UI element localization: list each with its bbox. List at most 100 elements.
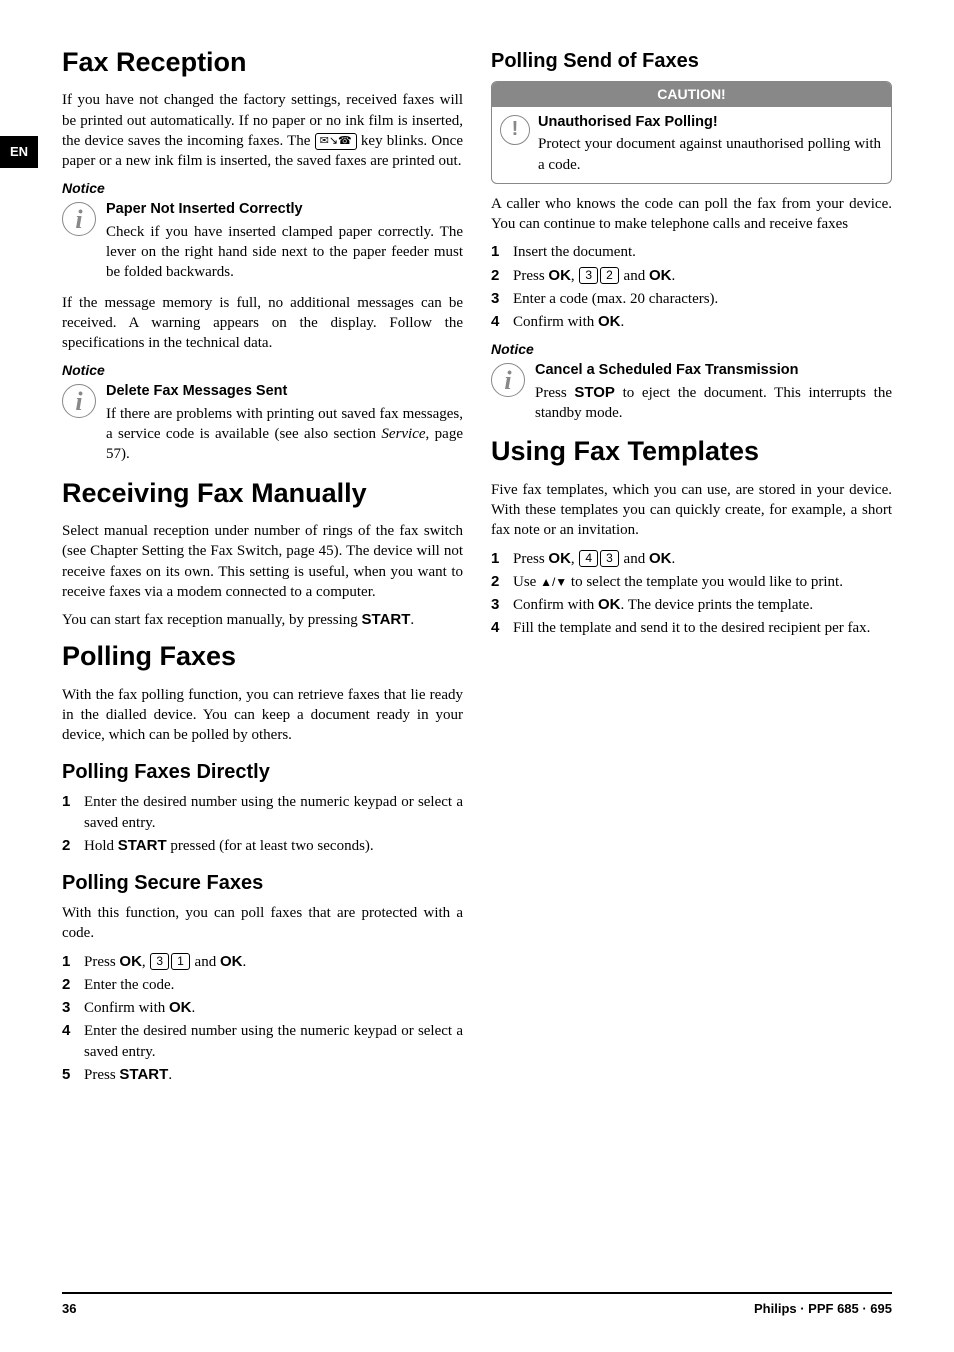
text: . <box>242 954 246 970</box>
notice-label: Notice <box>491 340 892 359</box>
model-label: Philips · PPF 685 · 695 <box>754 1300 892 1318</box>
text: . <box>671 268 675 284</box>
ok-key: OK <box>649 267 672 284</box>
heading-receiving-manually: Receiving Fax Manually <box>62 475 463 511</box>
caution-box: CAUTION! ! Unauthorised Fax Polling! Pro… <box>491 81 892 184</box>
notice-text: If there are problems with printing out … <box>106 404 463 465</box>
text: . <box>168 1067 172 1083</box>
page-footer: 36 Philips · PPF 685 · 695 <box>62 1292 892 1318</box>
steps-poll-send: 1Insert the document. 2Press OK, 32 and … <box>491 242 892 332</box>
ok-key: OK <box>119 953 142 970</box>
info-icon: i <box>62 384 96 418</box>
text: Press <box>513 268 548 284</box>
step: 1Enter the desired number using the nume… <box>62 792 463 833</box>
steps-polling-secure: 1Press OK, 31 and OK. 2Enter the code. 3… <box>62 952 463 1086</box>
step-text: Enter the desired number using the numer… <box>84 1021 463 1062</box>
page-content: Fax Reception If you have not changed th… <box>0 0 954 1153</box>
text: , <box>571 551 579 567</box>
step-text: Press OK, 43 and OK. <box>513 549 892 569</box>
heading-polling-faxes: Polling Faxes <box>62 638 463 674</box>
text: . <box>192 1000 196 1016</box>
step-text: Enter a code (max. 20 characters). <box>513 289 892 309</box>
mail-key-icon: ✉↘☎ <box>315 133 357 150</box>
text: and <box>620 551 649 567</box>
para-poll-send: A caller who knows the code can poll the… <box>491 194 892 235</box>
text: , <box>142 954 150 970</box>
ok-key: OK <box>548 267 571 284</box>
step: 1Insert the document. <box>491 242 892 262</box>
step-text: Confirm with OK. The device prints the t… <box>513 595 892 615</box>
right-column: Polling Send of Faxes CAUTION! ! Unautho… <box>491 38 892 1093</box>
heading-polling-secure: Polling Secure Faxes <box>62 870 463 897</box>
ok-key: OK <box>220 953 243 970</box>
step: 2Use ▲/▼ to select the template you woul… <box>491 572 892 592</box>
step: 1Press OK, 31 and OK. <box>62 952 463 972</box>
page-number: 36 <box>62 1300 76 1318</box>
step-text: Press START. <box>84 1065 463 1085</box>
steps-polling-direct: 1Enter the desired number using the nume… <box>62 792 463 856</box>
notice-text: Press STOP to eject the document. This i… <box>535 383 892 424</box>
text: Confirm with <box>84 1000 169 1016</box>
key-3: 3 <box>600 550 619 567</box>
step: 4Enter the desired number using the nume… <box>62 1021 463 1062</box>
start-key: START <box>119 1066 168 1083</box>
text: Press <box>535 385 574 401</box>
notice-text: Check if you have inserted clamped paper… <box>106 222 463 283</box>
step: 1Press OK, 43 and OK. <box>491 549 892 569</box>
step: 3Enter a code (max. 20 characters). <box>491 289 892 309</box>
text: and <box>191 954 220 970</box>
left-column: Fax Reception If you have not changed th… <box>62 38 463 1093</box>
step-text: Confirm with OK. <box>84 998 463 1018</box>
para-memory-full: If the message memory is full, no additi… <box>62 293 463 354</box>
notice-title: Delete Fax Messages Sent <box>106 382 463 402</box>
step-text: Enter the desired number using the numer… <box>84 792 463 833</box>
step: 5Press START. <box>62 1065 463 1085</box>
text: . <box>671 551 675 567</box>
warning-icon: ! <box>500 115 530 145</box>
step-text: Confirm with OK. <box>513 312 892 332</box>
step-text: Enter the code. <box>84 975 463 995</box>
text: and <box>620 268 649 284</box>
step-text: Press OK, 31 and OK. <box>84 952 463 972</box>
steps-templates: 1Press OK, 43 and OK. 2Use ▲/▼ to select… <box>491 549 892 639</box>
key-3: 3 <box>150 953 169 970</box>
notice-delete-fax: i Delete Fax Messages Sent If there are … <box>62 382 463 464</box>
notice-title: Cancel a Scheduled Fax Transmission <box>535 361 892 381</box>
step: 2Hold START pressed (for at least two se… <box>62 836 463 856</box>
text: . <box>410 612 414 628</box>
step: 4Confirm with OK. <box>491 312 892 332</box>
stop-key: STOP <box>574 384 615 401</box>
text: Press <box>84 1067 119 1083</box>
step: 2Enter the code. <box>62 975 463 995</box>
arrow-keys-icon: ▲/▼ <box>540 575 567 589</box>
key-3: 3 <box>579 267 598 284</box>
text: Press <box>84 954 119 970</box>
para-polling-secure: With this function, you can poll faxes t… <box>62 903 463 944</box>
ok-key: OK <box>649 550 672 567</box>
step-text: Press OK, 32 and OK. <box>513 266 892 286</box>
info-icon: i <box>62 202 96 236</box>
para-rx-manual-start: You can start fax reception manually, by… <box>62 610 463 630</box>
start-key: START <box>362 611 411 628</box>
notice-paper: i Paper Not Inserted Correctly Check if … <box>62 200 463 282</box>
text: . The device prints the template. <box>621 597 814 613</box>
text: Use <box>513 574 540 590</box>
notice-cancel-fax: i Cancel a Scheduled Fax Transmission Pr… <box>491 361 892 423</box>
caution-header: CAUTION! <box>492 82 891 107</box>
step: 4Fill the template and send it to the de… <box>491 618 892 638</box>
heading-fax-reception: Fax Reception <box>62 44 463 80</box>
service-ref: Service <box>381 426 425 442</box>
heading-using-templates: Using Fax Templates <box>491 433 892 469</box>
language-tab: EN <box>0 136 38 168</box>
notice-label: Notice <box>62 361 463 380</box>
text: You can start fax reception manually, by… <box>62 612 362 628</box>
key-2: 2 <box>600 267 619 284</box>
step-text: Insert the document. <box>513 242 892 262</box>
heading-polling-send: Polling Send of Faxes <box>491 48 892 75</box>
ok-key: OK <box>598 313 621 330</box>
heading-polling-direct: Polling Faxes Directly <box>62 759 463 786</box>
step: 3Confirm with OK. The device prints the … <box>491 595 892 615</box>
key-4: 4 <box>579 550 598 567</box>
text: Hold <box>84 838 118 854</box>
text: to select the template you would like to… <box>567 574 843 590</box>
